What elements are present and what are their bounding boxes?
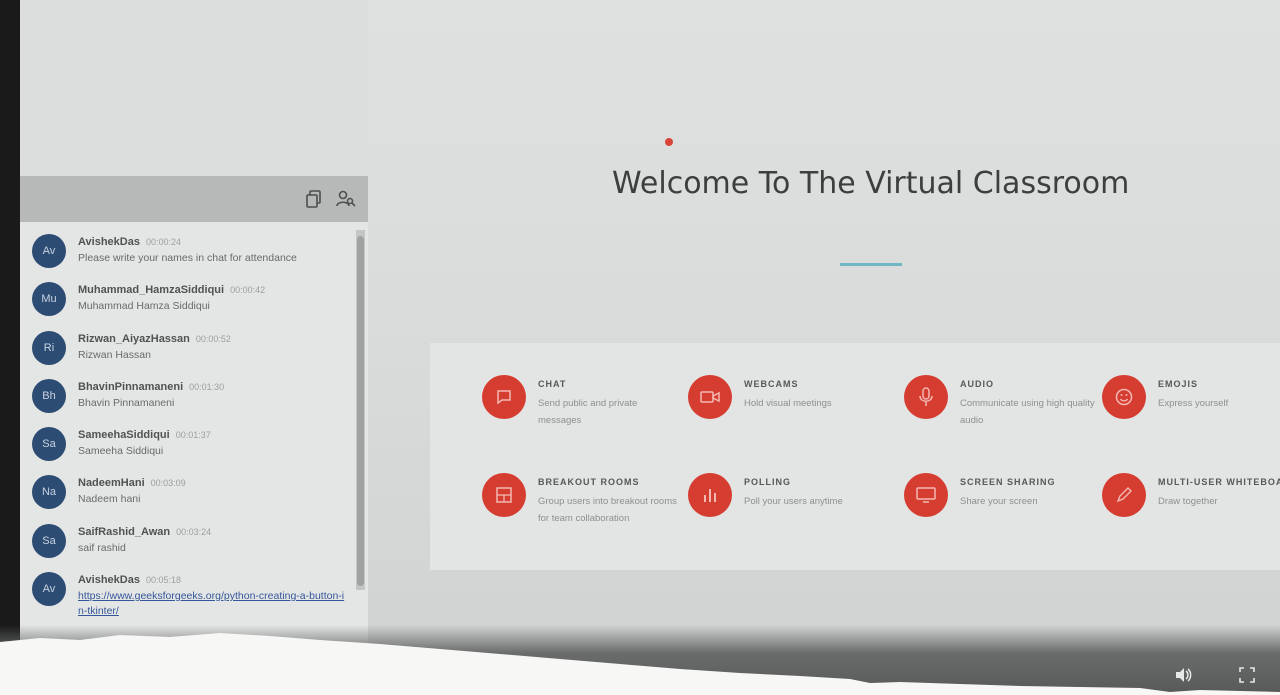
emoji-icon	[1102, 375, 1146, 419]
sender-name: SameehaSiddiqui	[78, 429, 170, 442]
feature-desc: Send public and private messages	[538, 398, 638, 426]
sender-name: NadeemHani	[78, 477, 145, 490]
chat-message: Av AvishekDas 00:05:18 https://www.geeksf…	[20, 568, 356, 619]
feature-title: EMOJIS	[1158, 379, 1199, 389]
scrollbar-thumb[interactable]	[357, 236, 364, 586]
message-time: 00:03:09	[150, 478, 186, 489]
message-time: 00:00:42	[230, 285, 266, 296]
feature-webcams: WEBCAMS Hold visual meetings	[688, 375, 898, 419]
message-time: 00:01:30	[189, 381, 225, 392]
feature-audio: AUDIO Communicate using high quality aud…	[904, 375, 1099, 429]
chat-header	[20, 176, 368, 222]
feature-breakout-rooms: BREAKOUT ROOMS Group users into breakout…	[482, 473, 682, 527]
feature-chat: CHAT Send public and private messages	[482, 375, 682, 429]
feature-desc: Hold visual meetings	[744, 398, 832, 409]
chat-scrollbar[interactable]	[356, 230, 365, 590]
video-area	[20, 0, 368, 176]
feature-title: POLLING	[744, 477, 791, 487]
fullscreen-icon[interactable]	[1236, 664, 1258, 686]
welcome-title: Welcome To The Virtual Classroom	[612, 166, 1130, 201]
feature-polling: POLLING Poll your users anytime	[688, 473, 898, 517]
torn-paper-overlay	[0, 633, 1280, 695]
sender-name: AvishekDas	[78, 574, 140, 587]
chat-message: Sa SaifRashid_Awan 00:03:24 saif rashid	[20, 520, 356, 568]
feature-emojis: EMOJIS Express yourself	[1102, 375, 1280, 419]
avatar: Na	[32, 475, 66, 510]
polling-icon	[688, 473, 732, 517]
volume-icon[interactable]	[1172, 664, 1194, 686]
feature-title: BREAKOUT ROOMS	[538, 477, 640, 487]
copy-icon[interactable]	[304, 189, 324, 209]
avatar: Mu	[32, 282, 66, 317]
feature-title: SCREEN SHARING	[960, 477, 1056, 487]
chat-message: Sa SameehaSiddiqui 00:01:37 Sameeha Siddi…	[20, 423, 356, 471]
chat-message-list[interactable]: Av AvishekDas 00:00:24 Please write your …	[20, 230, 356, 619]
avatar: Ri	[32, 330, 66, 365]
microphone-icon	[904, 375, 948, 419]
feature-desc: Express yourself	[1158, 398, 1229, 409]
screen-share-icon	[904, 473, 948, 517]
sender-name: BhavinPinnamaneni	[78, 380, 184, 393]
message-link[interactable]: https://www.geeksforgeeks.org/python-cre…	[78, 589, 346, 619]
chat-message: Mu Muhammad_HamzaSiddiqui 00:00:42 Muhamm…	[20, 278, 356, 326]
message-time: 00:01:37	[175, 430, 211, 441]
feature-desc: Group users into breakout rooms for team…	[538, 496, 677, 524]
message-time: 00:00:24	[145, 237, 182, 247]
message-time: 00:00:52	[195, 333, 231, 344]
presentation-area: Welcome To The Virtual Classroom CHAT Se…	[368, 0, 1280, 695]
message-text: Muhammad Hamza Siddiqui	[78, 300, 210, 313]
sender-name: Rizwan_AiyazHassan	[78, 332, 190, 345]
feature-title: AUDIO	[960, 379, 994, 389]
feature-title: CHAT	[538, 379, 567, 389]
feature-whiteboard: MULTI-USER WHITEBOARD Draw together	[1102, 473, 1280, 517]
pointer-dot	[665, 138, 673, 146]
feature-desc: Draw together	[1158, 496, 1218, 507]
message-text: saif rashid	[78, 541, 126, 554]
chat-panel: Av AvishekDas 00:00:24 Please write your …	[20, 176, 368, 695]
message-time: 00:03:24	[176, 526, 212, 537]
avatar: Av	[32, 234, 66, 268]
chat-icon	[482, 375, 526, 419]
message-time: 00:05:18	[145, 575, 182, 586]
chat-message: Av AvishekDas 00:00:24 Please write your …	[20, 230, 356, 278]
message-text: Sameeha Siddiqui	[78, 445, 164, 458]
chat-message: Bh BhavinPinnamaneni 00:01:30 Bhavin Pinn…	[20, 375, 356, 423]
message-text: Bhavin Pinnamaneni	[78, 396, 175, 409]
breakout-rooms-icon	[482, 473, 526, 517]
chat-message: Na NadeemHani 00:03:09 Nadeem hani	[20, 471, 356, 519]
features-panel: CHAT Send public and private messages WE…	[430, 343, 1280, 570]
sender-name: AvishekDas	[78, 236, 140, 248]
avatar: Sa	[32, 427, 66, 462]
classroom-screen: Av AvishekDas 00:00:24 Please write your …	[20, 0, 1280, 695]
message-text: Please write your names in chat for atte…	[78, 252, 297, 264]
avatar: Av	[32, 572, 66, 607]
message-text: Rizwan Hassan	[78, 348, 151, 361]
avatar: Bh	[32, 378, 66, 413]
chat-message: Ri Rizwan_AiyazHassan 00:00:52 Rizwan Has…	[20, 327, 356, 375]
feature-desc: Share your screen	[960, 496, 1038, 507]
webcam-icon	[688, 375, 732, 419]
sender-name: Muhammad_HamzaSiddiqui	[78, 284, 225, 297]
users-search-icon[interactable]	[336, 189, 356, 209]
sender-name: SaifRashid_Awan	[78, 525, 171, 538]
message-text: Nadeem hani	[78, 493, 141, 506]
feature-title: WEBCAMS	[744, 379, 799, 389]
feature-desc: Communicate using high quality audio	[960, 398, 1095, 426]
title-underline	[840, 263, 902, 266]
whiteboard-icon	[1102, 473, 1146, 517]
feature-screen-sharing: SCREEN SHARING Share your screen	[904, 473, 1099, 517]
avatar: Sa	[32, 523, 66, 558]
feature-title: MULTI-USER WHITEBOARD	[1158, 477, 1280, 487]
feature-desc: Poll your users anytime	[744, 496, 843, 507]
